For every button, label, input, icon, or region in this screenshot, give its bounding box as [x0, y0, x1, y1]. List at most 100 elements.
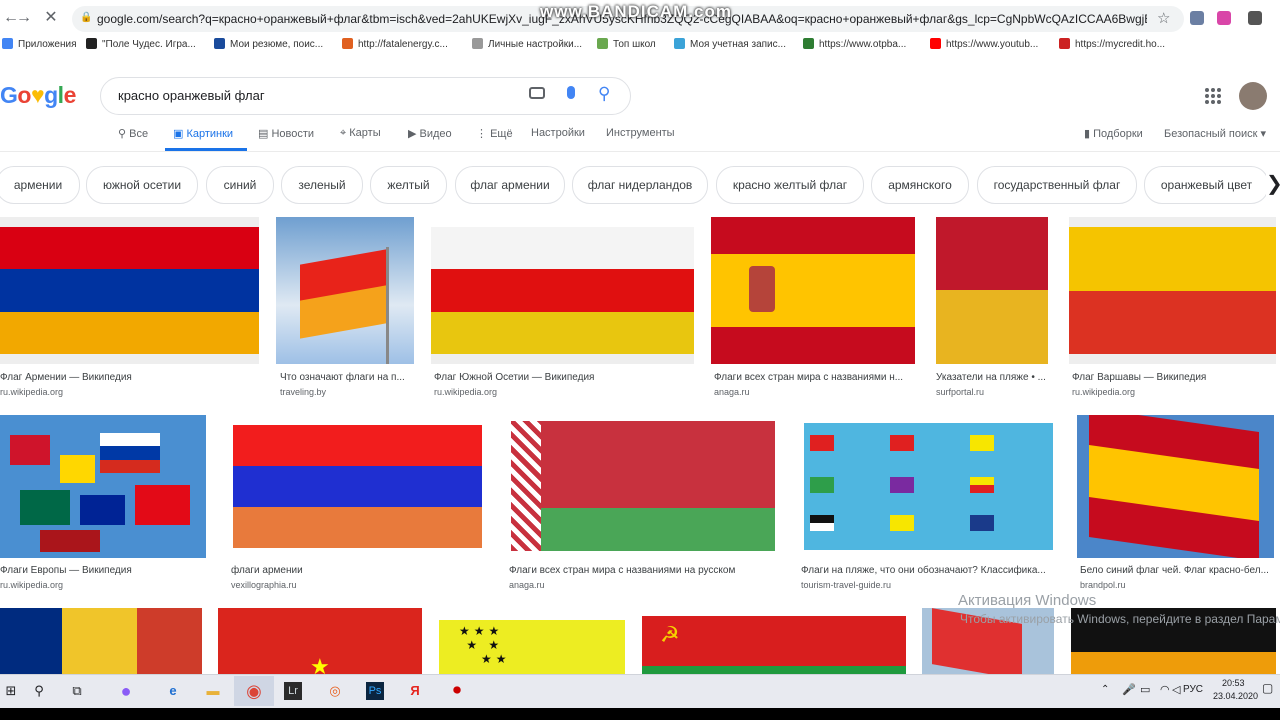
search-icon[interactable]: ⚲: [598, 84, 610, 104]
search-input[interactable]: красно оранжевый флаг: [118, 88, 265, 103]
result-source[interactable]: tourism-travel-guide.ru: [801, 580, 1058, 590]
extension-icon[interactable]: [1248, 11, 1262, 25]
result-image[interactable]: ★: [218, 608, 422, 674]
result-source[interactable]: ru.wikipedia.org: [0, 580, 206, 590]
tab-images[interactable]: ▣ Картинки: [173, 127, 233, 140]
chip[interactable]: оранжевый цвет: [1144, 166, 1269, 204]
yandex-icon[interactable]: Я: [404, 680, 426, 702]
result-caption[interactable]: Флаги всех стран мира с названиями на ру…: [509, 565, 781, 576]
bookmark-item[interactable]: Приложения: [2, 38, 77, 50]
result-image[interactable]: [431, 217, 694, 364]
result-caption[interactable]: Флаг Армении — Википедия: [0, 372, 259, 383]
bookmark-item[interactable]: https://www.otpba...: [803, 38, 906, 50]
result-image[interactable]: [798, 415, 1058, 558]
result-source[interactable]: brandpol.ru: [1080, 580, 1274, 590]
language-indicator[interactable]: РУС: [1183, 684, 1203, 695]
bookmark-item[interactable]: Мои резюме, поис...: [214, 38, 323, 50]
extension-icon[interactable]: [1190, 11, 1204, 25]
alice-icon[interactable]: ●: [115, 680, 137, 702]
chip[interactable]: флаг армении: [455, 166, 565, 204]
result-image[interactable]: [1069, 217, 1276, 364]
bookmark-item[interactable]: https://mycredit.ho...: [1059, 38, 1165, 50]
folder-icon[interactable]: ▬: [202, 680, 224, 702]
chip[interactable]: зеленый: [281, 166, 363, 204]
result-caption[interactable]: флаги армении: [231, 565, 489, 576]
star-icon[interactable]: ☆: [1157, 9, 1170, 27]
start-icon[interactable]: ⊞: [0, 680, 22, 702]
bandicam-icon[interactable]: ⏺: [446, 680, 468, 702]
extension-icon[interactable]: [1217, 11, 1231, 25]
result-caption[interactable]: Указатели на пляже • ...: [936, 372, 1048, 383]
lightroom-icon[interactable]: Lr: [284, 682, 302, 700]
result-image[interactable]: [505, 415, 781, 558]
result-image[interactable]: [936, 217, 1048, 364]
search-icon[interactable]: ⚲: [28, 680, 50, 702]
result-image[interactable]: ☭: [642, 608, 906, 674]
tab-news[interactable]: ▤ Новости: [258, 127, 314, 140]
result-caption[interactable]: Флаг Южной Осетии — Википедия: [434, 372, 694, 383]
result-image[interactable]: [276, 217, 414, 364]
bookmark-item[interactable]: Личные настройки...: [472, 38, 582, 50]
chip[interactable]: желтый: [370, 166, 447, 204]
result-source[interactable]: surfportal.ru: [936, 387, 1048, 397]
tab-more[interactable]: ⋮ Ещё: [476, 127, 513, 140]
microphone-icon[interactable]: [567, 86, 575, 99]
result-image[interactable]: [0, 217, 259, 364]
result-image[interactable]: [711, 217, 915, 364]
google-logo[interactable]: Go♥gle: [0, 82, 76, 109]
task-view-icon[interactable]: ⧉: [66, 680, 88, 702]
result-image[interactable]: [1077, 415, 1274, 558]
result-source[interactable]: ru.wikipedia.org: [0, 387, 259, 397]
result-source[interactable]: ru.wikipedia.org: [1072, 387, 1276, 397]
stop-icon[interactable]: ✕: [40, 7, 62, 29]
tab-settings[interactable]: Настройки: [531, 127, 585, 139]
edge-icon[interactable]: e: [162, 680, 184, 702]
tab-tools[interactable]: Инструменты: [606, 127, 675, 139]
chip[interactable]: красно желтый флаг: [716, 166, 864, 204]
result-caption[interactable]: Флаги всех стран мира с названиями н...: [714, 372, 915, 383]
photoshop-icon[interactable]: Ps: [366, 682, 384, 700]
chevron-up-icon[interactable]: ⌃: [1101, 684, 1109, 695]
safesearch-link[interactable]: Безопасный поиск ▾: [1164, 127, 1266, 140]
bookmark-item[interactable]: http://fatalenergy.c...: [342, 38, 448, 50]
bookmark-item[interactable]: "Поле Чудес. Игра...: [86, 38, 196, 50]
chip[interactable]: армянского: [871, 166, 969, 204]
chip[interactable]: армении: [0, 166, 80, 204]
network-icon[interactable]: ▭: [1140, 683, 1150, 696]
clock-time[interactable]: 20:53: [1222, 678, 1245, 688]
result-image[interactable]: [227, 415, 489, 558]
result-image[interactable]: ★★★ ★ ★ ★★: [439, 608, 625, 674]
app-icon[interactable]: ◎: [324, 680, 346, 702]
chrome-icon[interactable]: ◉: [243, 680, 265, 702]
avatar[interactable]: [1239, 82, 1267, 110]
result-source[interactable]: traveling.by: [280, 387, 414, 397]
apps-grid-icon[interactable]: [1205, 88, 1221, 104]
tab-all[interactable]: ⚲ Все: [118, 127, 148, 140]
result-caption[interactable]: Бело синий флаг чей. Флаг красно-бел...: [1080, 565, 1274, 576]
result-caption[interactable]: Что означают флаги на п...: [280, 372, 414, 383]
tab-video[interactable]: ▶ Видео: [408, 127, 452, 140]
chip[interactable]: синий: [206, 166, 274, 204]
tab-maps[interactable]: ⌖ Карты: [340, 127, 381, 140]
volume-icon[interactable]: ◁: [1172, 683, 1180, 696]
result-caption[interactable]: Флаги Европы — Википедия: [0, 565, 206, 576]
camera-icon[interactable]: [529, 87, 545, 99]
result-source[interactable]: anaga.ru: [714, 387, 915, 397]
clock-date[interactable]: 23.04.2020: [1213, 691, 1258, 701]
chip[interactable]: южной осетии: [86, 166, 198, 204]
bookmark-item[interactable]: https://www.youtub...: [930, 38, 1038, 50]
result-source[interactable]: ru.wikipedia.org: [434, 387, 694, 397]
result-image[interactable]: [0, 415, 206, 558]
microphone-icon[interactable]: 🎤: [1122, 683, 1136, 696]
notifications-icon[interactable]: ▢: [1262, 681, 1273, 695]
collections-link[interactable]: ▮ Подборки: [1084, 127, 1143, 140]
bookmark-item[interactable]: Моя учетная запис...: [674, 38, 786, 50]
chip[interactable]: государственный флаг: [977, 166, 1137, 204]
result-caption[interactable]: Флаги на пляже, что они обозначают? Клас…: [801, 565, 1058, 576]
bookmark-item[interactable]: Топ школ: [597, 38, 656, 50]
result-source[interactable]: vexillographia.ru: [231, 580, 489, 590]
chevron-right-icon[interactable]: ❯: [1266, 166, 1280, 202]
result-image[interactable]: [0, 608, 202, 674]
chip[interactable]: флаг нидерландов: [572, 166, 708, 204]
result-caption[interactable]: Флаг Варшавы — Википедия: [1072, 372, 1276, 383]
